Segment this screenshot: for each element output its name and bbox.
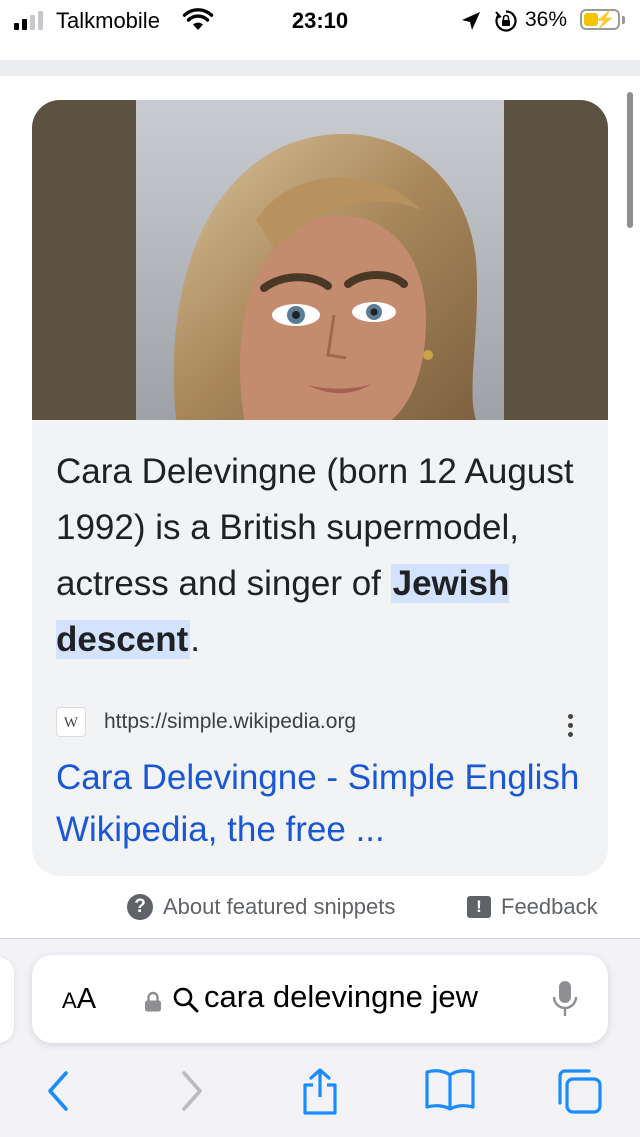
orientation-lock-icon <box>494 9 518 38</box>
about-featured-snippets-label: About featured snippets <box>163 894 396 919</box>
snippet-text: Cara Delevingne (born 12 August 1992) is… <box>56 444 586 668</box>
address-bar[interactable]: AA cara delevingne jew <box>32 955 608 1043</box>
previous-tab-preview[interactable] <box>0 957 14 1043</box>
browser-nav-row <box>0 1067 640 1127</box>
browser-toolbar: AA cara delevingne jew <box>0 938 640 1137</box>
more-options-icon[interactable] <box>568 714 573 737</box>
scroll-indicator[interactable] <box>627 92 633 228</box>
tabs-icon[interactable] <box>556 1067 604 1120</box>
about-featured-snippets-link[interactable]: ? About featured snippets <box>127 894 395 920</box>
page-settings-button[interactable]: AA <box>62 983 96 1016</box>
section-divider <box>0 60 640 76</box>
search-icon <box>172 986 200 1019</box>
source-row[interactable]: W https://simple.wikipedia.org <box>56 707 356 737</box>
aa-large-label: A <box>76 983 97 1015</box>
result-title-link[interactable]: Cara Delevingne - Simple English Wikiped… <box>56 752 596 856</box>
status-bar: Talkmobile 23:10 36% ⚡ <box>0 0 640 44</box>
bookmarks-icon[interactable] <box>424 1067 476 1116</box>
feedback-button[interactable]: ! Feedback <box>467 894 598 920</box>
padlock-icon <box>144 991 162 1018</box>
search-query[interactable]: cara delevingne jew <box>204 979 478 1015</box>
feedback-label: Feedback <box>501 894 598 919</box>
back-icon[interactable] <box>44 1067 72 1120</box>
forward-icon[interactable] <box>178 1067 206 1120</box>
battery-percent: 36% <box>525 8 568 31</box>
location-icon <box>460 10 482 37</box>
portrait-photo[interactable] <box>136 100 504 420</box>
battery-icon: ⚡ <box>580 9 625 30</box>
aa-small-label: A <box>62 988 77 1013</box>
source-url[interactable]: https://simple.wikipedia.org <box>104 710 356 734</box>
featured-snippet-card: Cara Delevingne (born 12 August 1992) is… <box>32 100 608 876</box>
feedback-icon: ! <box>467 896 491 918</box>
share-icon[interactable] <box>300 1067 340 1122</box>
snippet-text-end: . <box>190 620 201 659</box>
hero-image-panel[interactable] <box>32 100 608 420</box>
microphone-icon[interactable] <box>552 979 578 1024</box>
wikipedia-logo-icon: W <box>56 707 86 737</box>
help-icon: ? <box>127 894 153 920</box>
